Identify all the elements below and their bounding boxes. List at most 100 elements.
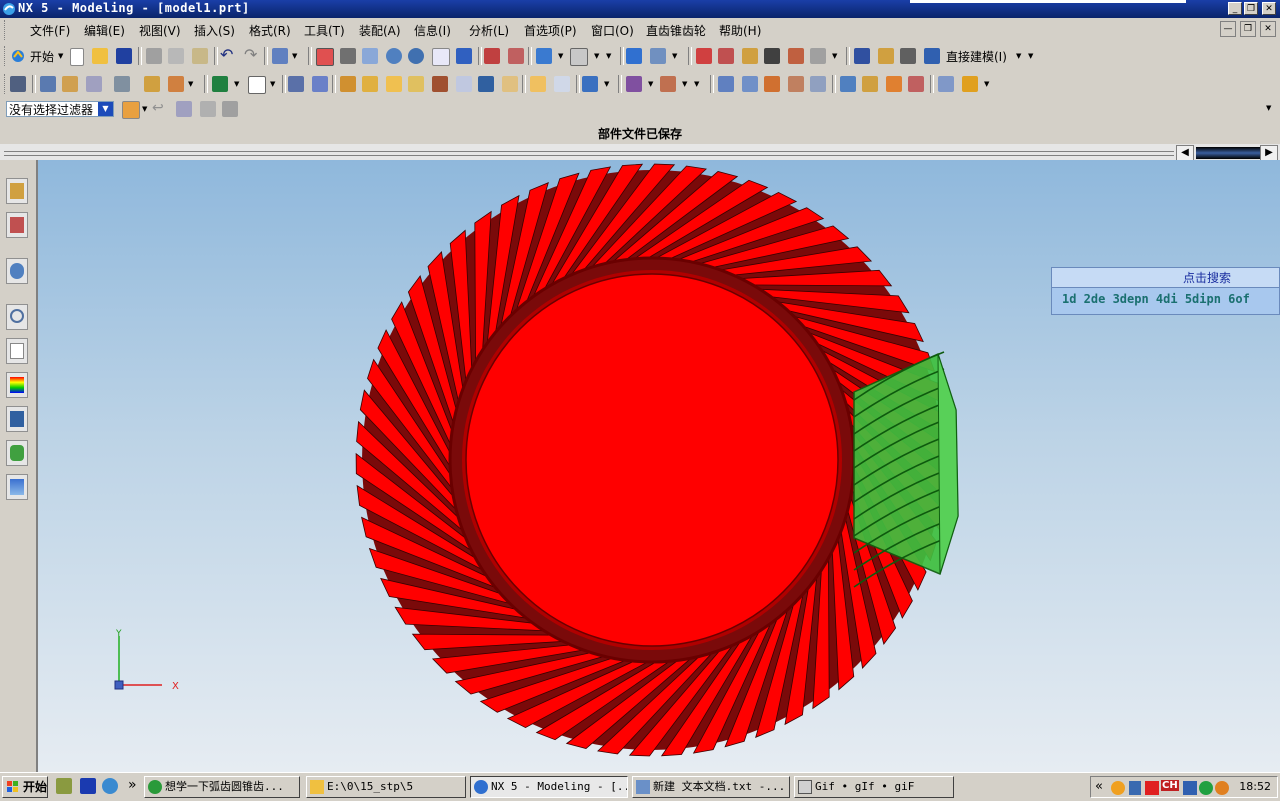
direct-modeling-icon[interactable] <box>924 48 940 64</box>
assembly-icon-3[interactable] <box>886 76 902 92</box>
menu-assembly[interactable]: 装配(A) <box>359 22 401 39</box>
draft-icon[interactable] <box>408 76 424 92</box>
surface-icon-3[interactable] <box>764 76 780 92</box>
snap-point-icon[interactable] <box>122 101 140 119</box>
toolbar2-grip[interactable] <box>4 74 8 94</box>
shell-icon[interactable] <box>386 76 402 92</box>
surface-icon-1[interactable] <box>718 76 734 92</box>
graphics-window[interactable]: Y X <box>38 160 1280 772</box>
surface-dropdown-icon[interactable]: ▼ <box>682 80 687 88</box>
edge-blend-icon[interactable] <box>340 76 356 92</box>
extrude-icon[interactable] <box>62 76 78 92</box>
network-icon[interactable] <box>1183 781 1197 795</box>
direct-modeling-dropdown-icon[interactable]: ▼ <box>1016 52 1021 60</box>
doc-close-button[interactable]: ✕ <box>1260 21 1276 37</box>
quicklaunch-more-button[interactable]: » <box>128 777 137 793</box>
minimize-button[interactable]: _ <box>1228 2 1242 15</box>
cut-icon[interactable] <box>146 48 162 64</box>
hole-dropdown-icon[interactable]: ▼ <box>234 80 239 88</box>
menu-information[interactable]: 信息(I) <box>414 22 451 39</box>
pan-icon[interactable] <box>432 48 450 66</box>
offset-icon[interactable] <box>432 76 448 92</box>
layer-icon[interactable] <box>626 48 642 64</box>
through-curves-icon[interactable] <box>660 76 676 92</box>
assembly-icon-2[interactable] <box>862 76 878 92</box>
gear-model-canvas[interactable]: Y X <box>38 160 1280 772</box>
open-folder-icon[interactable] <box>92 48 108 64</box>
input-method-icon[interactable] <box>1145 781 1159 795</box>
mirror-icon[interactable] <box>478 76 494 92</box>
zoom-window-icon[interactable] <box>340 48 356 64</box>
language-indicator[interactable]: CH <box>1161 780 1179 791</box>
start-button[interactable]: 开始 <box>30 48 54 65</box>
measure-icon[interactable] <box>854 48 870 64</box>
scroll-right-button[interactable]: ▶ <box>1260 145 1278 161</box>
selection-filter-dropdown[interactable]: 没有选择过滤器 ▼ <box>6 101 114 117</box>
menu-file[interactable]: 文件(F) <box>30 22 70 39</box>
chevron-down-icon[interactable]: ▼ <box>98 102 113 116</box>
layout-icon[interactable] <box>570 48 588 66</box>
task-gif[interactable]: Gif • gIf • giF <box>794 776 954 798</box>
measure-distance-icon[interactable] <box>878 48 894 64</box>
toolbar1-overflow-icon[interactable]: ▼ <box>1028 52 1033 60</box>
menu-bevel-gear[interactable]: 直齿锥齿轮 <box>646 22 706 39</box>
zoom-icon[interactable] <box>362 48 378 64</box>
doc-minimize-button[interactable]: — <box>1220 21 1236 37</box>
datum-axis-icon[interactable] <box>168 76 184 92</box>
scroll-track[interactable] <box>4 151 1174 156</box>
roles-tab[interactable] <box>6 440 28 466</box>
surface-icon-2[interactable] <box>742 76 758 92</box>
select-icon[interactable] <box>272 48 288 64</box>
view-cube-icon[interactable] <box>536 48 552 64</box>
snap-dropdown-icon[interactable]: ▼ <box>142 105 147 113</box>
perspective-icon[interactable] <box>456 48 472 64</box>
part-navigator-icon[interactable] <box>10 76 26 92</box>
search-popup-title[interactable]: 点击搜索 <box>1052 268 1279 288</box>
chamfer-icon[interactable] <box>362 76 378 92</box>
new-file-icon[interactable] <box>70 48 84 66</box>
shade-icon[interactable] <box>508 48 524 64</box>
menu-format[interactable]: 格式(R) <box>249 22 291 39</box>
menu-analysis[interactable]: 分析(L) <box>469 22 509 39</box>
body-dropdown-icon[interactable]: ▼ <box>604 80 609 88</box>
quicklaunch-ie-icon[interactable] <box>102 778 118 794</box>
render-style-icon[interactable] <box>484 48 500 64</box>
direct-modeling-button[interactable]: 直接建模(I) <box>946 48 1007 65</box>
revolve-icon[interactable] <box>86 76 102 92</box>
quicklaunch-icon-1[interactable] <box>56 778 72 794</box>
spline-icon[interactable] <box>764 48 780 64</box>
undo-icon[interactable]: ↶ <box>220 45 233 64</box>
trim-icon[interactable] <box>788 48 804 64</box>
magnify-icon[interactable] <box>386 48 402 64</box>
process-studio-tab[interactable] <box>6 406 28 432</box>
split-body-icon[interactable] <box>530 76 546 92</box>
selection-bar-overflow-icon[interactable]: ▼ <box>1266 104 1271 112</box>
assembly-icon-1[interactable] <box>840 76 856 92</box>
sew-icon[interactable] <box>554 76 570 92</box>
task-notepad[interactable]: 新建 文本文档.txt -... <box>632 776 790 798</box>
curve-dropdown-icon[interactable]: ▼ <box>832 52 837 60</box>
quicklaunch-icon-2[interactable] <box>80 778 96 794</box>
more-dropdown-icon[interactable]: ▼ <box>606 52 611 60</box>
rotate-icon[interactable] <box>408 48 424 64</box>
analysis-icon-2[interactable] <box>962 76 978 92</box>
measure-angle-icon[interactable] <box>900 48 916 64</box>
assembly-navigator-tab[interactable] <box>6 178 28 204</box>
paste-icon[interactable] <box>192 48 208 64</box>
menu-preferences[interactable]: 首选项(P) <box>524 22 577 39</box>
layout-dropdown-icon[interactable]: ▼ <box>594 52 599 60</box>
start-dropdown-icon[interactable]: ▼ <box>58 52 63 60</box>
assembly-icon-4[interactable] <box>908 76 924 92</box>
task-explorer[interactable]: E:\0\15_stp\5 <box>306 776 466 798</box>
constraint-navigator-tab[interactable] <box>6 212 28 238</box>
subtract-icon[interactable] <box>312 76 328 92</box>
surface-icon-5[interactable] <box>810 76 826 92</box>
select-back-icon[interactable]: ↩ <box>152 100 164 116</box>
menu-tools[interactable]: 工具(T) <box>304 22 345 39</box>
hole-icon[interactable] <box>212 76 228 92</box>
toolbar2-overflow-icon[interactable]: ▼ <box>984 80 989 88</box>
block-icon[interactable] <box>248 76 266 94</box>
curve-edit-icon[interactable] <box>810 48 826 64</box>
more-surface-dropdown-icon[interactable]: ▼ <box>694 80 699 88</box>
pattern-icon[interactable] <box>456 76 472 92</box>
